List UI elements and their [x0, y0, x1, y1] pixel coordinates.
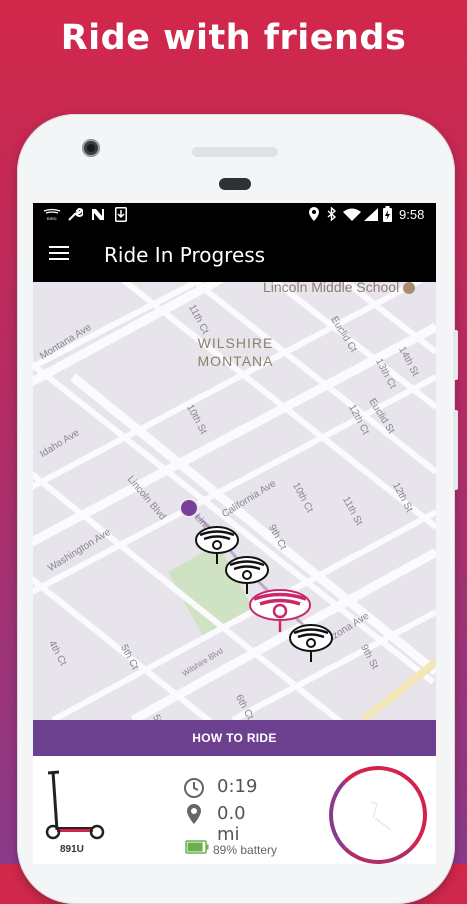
signal-icon — [364, 208, 378, 221]
earpiece-speaker — [192, 147, 278, 157]
school-icon — [403, 282, 416, 295]
volume-button — [453, 410, 458, 490]
page-title: Ride In Progress — [104, 243, 266, 267]
scooter-id: 891U — [60, 844, 84, 855]
bird-logo-icon: BIRD — [43, 208, 61, 221]
end-ride-ring[interactable] — [329, 766, 427, 864]
status-time: 9:58 — [399, 207, 425, 222]
phone-screen: BIRD 9:58 Ride In Progress WILSHIRE MONT… — [33, 203, 436, 864]
faint-scooter-icon — [370, 801, 392, 831]
ride-info-panel: 891U 0:19 0.0 mi 89% battery — [33, 756, 436, 864]
headline: Ride with friends — [60, 18, 407, 58]
ride-distance: 0.0 mi — [217, 803, 246, 845]
bluetooth-icon — [327, 207, 337, 222]
neighborhood-label: WILSHIRE MONTANA — [197, 335, 274, 369]
ride-map[interactable]: WILSHIRE MONTANA Lincoln Middle School 1… — [33, 282, 436, 720]
how-to-ride-button[interactable]: HOW TO RIDE — [33, 720, 436, 756]
scooter-marker-icon[interactable] — [289, 624, 333, 664]
hamburger-menu-icon[interactable] — [49, 246, 71, 262]
scooter-icon — [45, 770, 105, 840]
poi-label: Lincoln Middle School — [263, 282, 416, 295]
app-bar: Ride In Progress — [33, 226, 436, 282]
location-pin-icon — [187, 804, 201, 824]
nfc-icon — [92, 209, 104, 220]
ride-duration: 0:19 — [217, 776, 258, 797]
battery-level-text: 89% battery — [213, 843, 278, 857]
status-bar: BIRD 9:58 — [33, 203, 436, 226]
clock-icon — [184, 778, 204, 798]
location-icon — [309, 207, 319, 221]
rider-location-dot[interactable] — [179, 498, 199, 518]
front-camera — [82, 139, 100, 157]
battery-icon — [185, 840, 209, 854]
power-button — [453, 330, 458, 380]
download-icon — [115, 207, 127, 222]
battery-charging-icon — [383, 206, 392, 222]
wifi-icon — [343, 208, 361, 221]
svg-text:BIRD: BIRD — [47, 216, 57, 221]
proximity-sensor — [219, 178, 251, 190]
wrench-icon — [68, 208, 83, 221]
